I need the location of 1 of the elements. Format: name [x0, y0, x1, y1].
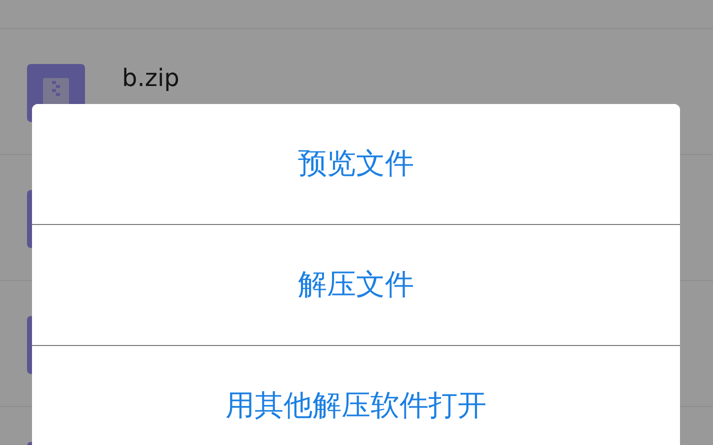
- file-name[interactable]: b.zip: [122, 66, 180, 90]
